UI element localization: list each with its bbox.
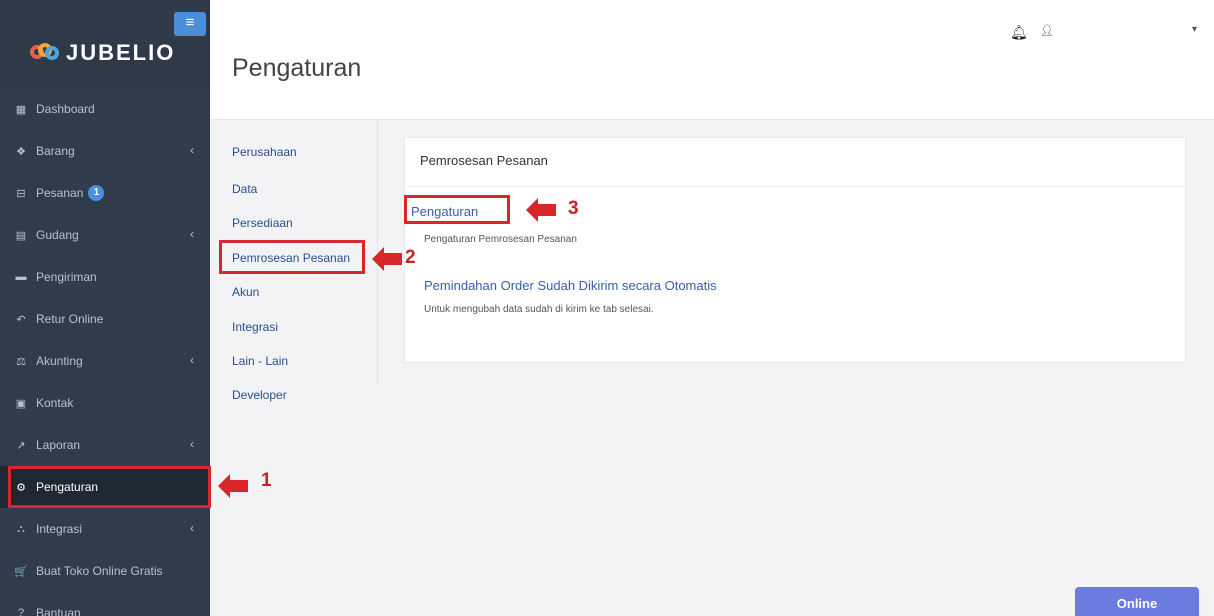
bell-icon[interactable]: 🔔︎: [1010, 24, 1028, 41]
reply-icon: ↶: [16, 313, 26, 326]
sitemap-icon: ⛬: [17, 522, 25, 535]
settings-nav-perusahaan[interactable]: Perusahaan: [232, 145, 297, 159]
sidebar-item-kontak[interactable]: ▣ Kontak: [0, 382, 210, 424]
chart-icon: ▦: [15, 103, 27, 116]
step-label-3: 3: [568, 198, 579, 219]
content-card: Pemrosesan Pesanan Pengaturan Pengaturan…: [404, 137, 1186, 363]
arrow-left-icon-2: [372, 247, 402, 271]
settings-nav-developer[interactable]: Developer: [232, 388, 287, 402]
step-label-2: 2: [405, 247, 416, 268]
chevron-left-icon: ‹: [190, 227, 194, 241]
sidebar-item-label: Barang: [36, 144, 75, 158]
sidebar-item-label: Pengiriman: [36, 270, 97, 284]
sidebar-item-bantuan[interactable]: ? Bantuan: [0, 592, 210, 616]
step-label-1: 1: [261, 470, 272, 491]
settings-nav-integrasi[interactable]: Integrasi: [232, 320, 278, 334]
cart-icon: 🛒: [14, 565, 28, 578]
page-title: Pengaturan: [232, 54, 362, 82]
sidebar-item-retur-online[interactable]: ↶ Retur Online: [0, 298, 210, 340]
user-menu-caret-icon[interactable]: ▾: [1192, 24, 1197, 35]
settings-nav-persediaan[interactable]: Persediaan: [232, 216, 293, 230]
sidebar-item-label: Integrasi: [36, 522, 83, 536]
sidebar-item-label: Gudang: [36, 228, 79, 242]
online-status-button[interactable]: Online: [1075, 587, 1199, 616]
settings-nav-data[interactable]: Data: [232, 182, 257, 196]
sidebar-item-label: Akunting: [36, 354, 83, 368]
card-title: Pemrosesan Pesanan: [420, 153, 548, 168]
sidebar-item-label: Dashboard: [36, 102, 95, 116]
line-chart-icon: ↗: [16, 439, 26, 452]
arrow-left-icon-3: [526, 198, 556, 222]
settings-nav-akun[interactable]: Akun: [232, 285, 259, 299]
sidebar-item-gudang[interactable]: ▤ Gudang ‹: [0, 214, 210, 256]
auto-move-order-description: Untuk mengubah data sudah di kirim ke ta…: [424, 304, 654, 315]
building-icon: ▤: [15, 229, 27, 242]
truck-icon: ▬: [15, 271, 27, 283]
cubes-icon: ❖: [16, 145, 26, 158]
logo[interactable]: JUBELIO: [30, 38, 175, 68]
header: Pengaturan 🔔︎ 👤︎ ▾: [210, 0, 1214, 120]
basket-icon: ⊟: [16, 187, 26, 200]
highlight-box-2: [219, 240, 365, 274]
sidebar-item-integrasi[interactable]: ⛬ Integrasi ‹: [0, 508, 210, 550]
highlight-box-1: [8, 466, 211, 508]
sidebar-item-label: Bantuan: [36, 606, 81, 616]
logo-mark-icon: [30, 41, 60, 65]
highlight-box-3: [404, 195, 510, 224]
sidebar-item-buat-toko-online-gratis[interactable]: 🛒 Buat Toko Online Gratis: [0, 550, 210, 592]
sidebar-item-barang[interactable]: ❖ Barang ‹: [0, 130, 210, 172]
sidebar-item-label: Buat Toko Online Gratis: [36, 564, 163, 578]
sidebar-item-dashboard[interactable]: ▦ Dashboard: [0, 88, 210, 130]
arrow-left-icon-1: [218, 474, 248, 498]
chevron-left-icon: ‹: [190, 437, 194, 451]
question-icon: ?: [17, 607, 25, 616]
menu-toggle-button[interactable]: ≡: [174, 12, 206, 36]
sidebar-item-label: Retur Online: [36, 312, 104, 326]
pesanan-count-badge: 1: [88, 185, 105, 201]
address-card-icon: ▣: [15, 397, 27, 410]
pengaturan-description: Pengaturan Pemrosesan Pesanan: [424, 234, 577, 245]
sidebar-item-laporan[interactable]: ↗ Laporan ‹: [0, 424, 210, 466]
brand-area: ≡ JUBELIO: [0, 0, 210, 90]
sidebar: ≡ JUBELIO ▦ Dashboard ❖ Barang ‹ ⊟ Pesanan 1 ▤ Gu…: [0, 0, 210, 616]
scale-icon: ⚖: [16, 355, 26, 368]
sidebar-item-pengiriman[interactable]: ▬ Pengiriman: [0, 256, 210, 298]
chevron-left-icon: ‹: [190, 143, 194, 157]
sidebar-item-label: Pesanan: [36, 186, 84, 200]
settings-nav-lain-lain[interactable]: Lain - Lain: [232, 354, 288, 368]
chevron-left-icon: ‹: [190, 521, 194, 535]
sidebar-item-label: Laporan: [36, 438, 81, 452]
card-divider: [405, 186, 1185, 187]
sidebar-item-pesanan[interactable]: ⊟ Pesanan 1: [0, 172, 210, 214]
sidebar-item-label: Kontak: [36, 396, 74, 410]
user-icon[interactable]: 👤︎: [1040, 24, 1054, 37]
chevron-left-icon: ‹: [190, 353, 194, 367]
sidebar-item-akunting[interactable]: ⚖ Akunting ‹: [0, 340, 210, 382]
brand-name: JUBELIO: [66, 40, 176, 65]
auto-move-order-link[interactable]: Pemindahan Order Sudah Dikirim secara Ot…: [424, 278, 717, 293]
